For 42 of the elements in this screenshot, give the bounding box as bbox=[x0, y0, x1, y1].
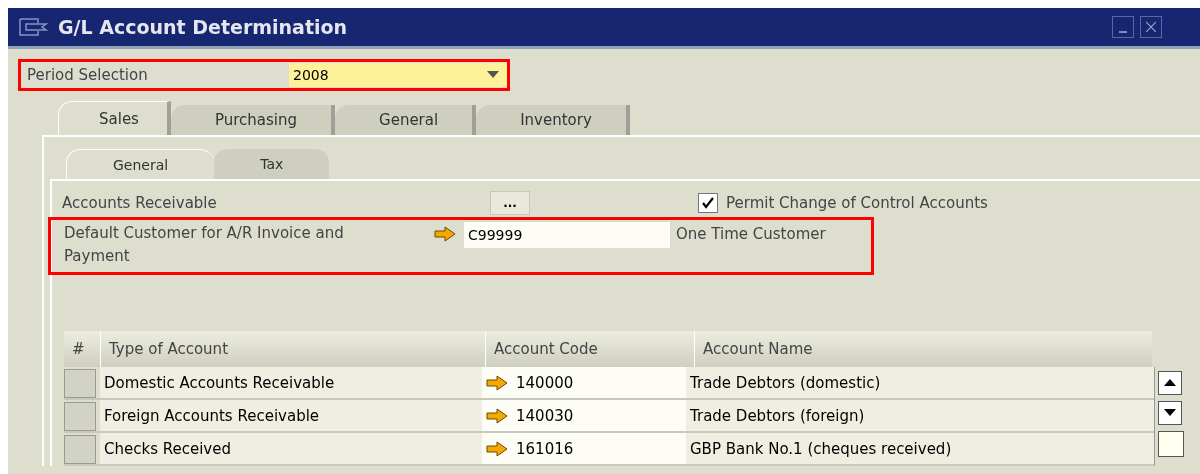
table-cell: 140030 bbox=[516, 406, 574, 425]
down-triangle-icon bbox=[1164, 409, 1176, 417]
window-title: G/L Account Determination bbox=[58, 16, 348, 38]
tab[interactable]: Tax bbox=[214, 149, 330, 179]
customer-code-field[interactable]: C99999 bbox=[464, 222, 670, 248]
table-cell: 140000 bbox=[516, 373, 574, 392]
close-icon bbox=[1143, 19, 1159, 35]
field-label: Period Selection bbox=[26, 66, 149, 84]
table-cell: GBP Bank No.1 (cheques received) bbox=[686, 433, 1154, 464]
tab[interactable]: General bbox=[335, 105, 477, 135]
checkbox-label: Permit Change of Control Accounts bbox=[726, 194, 988, 212]
tab[interactable]: Sales bbox=[58, 101, 171, 135]
field-label: Default Customer for A/R Invoice and Payment bbox=[63, 223, 345, 267]
tab[interactable]: General bbox=[66, 149, 215, 179]
form-icon bbox=[18, 17, 48, 37]
minimize-icon bbox=[1119, 31, 1127, 33]
dropdown-caret-icon bbox=[487, 71, 499, 79]
table-cell: Trade Debtors (domestic) bbox=[686, 367, 1154, 398]
customer-name: One Time Customer bbox=[676, 225, 826, 243]
scrollbar-thumb[interactable] bbox=[1158, 431, 1184, 457]
tab[interactable]: Purchasing bbox=[170, 105, 336, 135]
minimize-button[interactable] bbox=[1112, 16, 1134, 38]
tab[interactable]: Inventory bbox=[476, 105, 630, 135]
browse-button[interactable]: ... bbox=[490, 191, 530, 215]
period-dropdown[interactable]: 2008 bbox=[289, 63, 507, 87]
link-arrow-icon[interactable] bbox=[486, 440, 508, 457]
column-header: Account Name bbox=[702, 339, 814, 360]
field-label: Accounts Receivable bbox=[61, 194, 218, 212]
table-cell: 161016 bbox=[516, 439, 574, 458]
table-cell: Trade Debtors (foreign) bbox=[686, 400, 1154, 431]
link-arrow-icon[interactable] bbox=[486, 374, 508, 391]
table-cell: Checks Received bbox=[100, 433, 482, 464]
scroll-up-button[interactable] bbox=[1158, 371, 1182, 395]
close-button[interactable] bbox=[1140, 16, 1162, 38]
table-cell: Foreign Accounts Receivable bbox=[100, 400, 482, 431]
link-arrow-icon[interactable] bbox=[434, 226, 456, 242]
up-triangle-icon bbox=[1164, 379, 1176, 387]
checkbox[interactable] bbox=[698, 193, 718, 213]
column-header: # bbox=[64, 331, 101, 367]
link-arrow-icon[interactable] bbox=[486, 407, 508, 424]
scroll-down-button[interactable] bbox=[1158, 401, 1182, 425]
table-cell: Domestic Accounts Receivable bbox=[100, 367, 482, 398]
